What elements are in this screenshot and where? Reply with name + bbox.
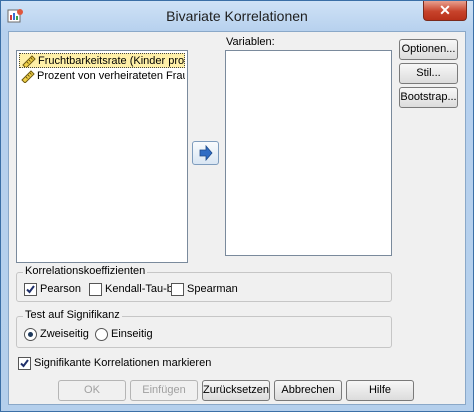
dialog-body: Fruchtbarkeitsrate (Kinder pro ... Proze… xyxy=(8,31,466,405)
arrow-right-icon xyxy=(199,144,213,162)
kendall-checkbox[interactable] xyxy=(89,283,102,296)
reset-button-label: Zurücksetzen xyxy=(203,384,270,396)
kendall-label[interactable]: Kendall-Tau-b xyxy=(105,283,173,295)
significance-group-title: Test auf Signifikanz xyxy=(23,309,122,321)
spearman-label[interactable]: Spearman xyxy=(187,283,238,295)
two-tailed-radio[interactable] xyxy=(24,328,37,341)
pearson-checkbox[interactable] xyxy=(24,283,37,296)
variables-target-list[interactable] xyxy=(225,50,392,256)
bootstrap-button[interactable]: Bootstrap... xyxy=(399,87,458,108)
cancel-button[interactable]: Abbrechen xyxy=(274,380,342,401)
list-item-label: Fruchtbarkeitsrate (Kinder pro ... xyxy=(38,55,185,67)
paste-button-label: Einfügen xyxy=(142,384,186,396)
help-button[interactable]: Hilfe xyxy=(346,380,414,401)
ok-button-label: OK xyxy=(84,384,100,396)
checkmark-icon xyxy=(20,359,29,368)
options-button-label: Optionen... xyxy=(401,43,456,55)
style-button[interactable]: Stil... xyxy=(399,63,458,84)
dialog-window: Bivariate Korrelationen ✕ Fruchtbarkeits… xyxy=(0,0,474,412)
list-item-label: Prozent von verheirateten Frau... xyxy=(37,70,185,82)
scale-ruler-icon xyxy=(21,70,35,84)
one-tailed-label[interactable]: Einseitig xyxy=(111,328,153,340)
list-item[interactable]: Fruchtbarkeitsrate (Kinder pro ... xyxy=(19,53,185,68)
correlation-coefficients-group: Korrelationskoeffizienten Pearson Kendal… xyxy=(16,265,392,302)
flag-significant-label[interactable]: Signifikante Korrelationen markieren xyxy=(34,357,211,369)
correlation-group-title: Korrelationskoeffizienten xyxy=(23,265,148,277)
help-button-label: Hilfe xyxy=(368,384,391,396)
move-right-button[interactable] xyxy=(192,141,219,165)
two-tailed-label[interactable]: Zweiseitig xyxy=(40,328,89,340)
one-tailed-radio[interactable] xyxy=(95,328,108,341)
ok-button[interactable]: OK xyxy=(58,380,126,401)
spearman-checkbox[interactable] xyxy=(171,283,184,296)
reset-button[interactable]: Zurücksetzen xyxy=(202,380,270,401)
options-button[interactable]: Optionen... xyxy=(399,39,458,60)
significance-test-group: Test auf Signifikanz Zweiseitig Einseiti… xyxy=(16,309,392,348)
list-item[interactable]: Prozent von verheirateten Frau... xyxy=(19,69,185,84)
checkmark-icon xyxy=(26,285,35,294)
source-variable-list[interactable]: Fruchtbarkeitsrate (Kinder pro ... Proze… xyxy=(16,50,188,263)
cancel-button-label: Abbrechen xyxy=(281,384,335,396)
flag-significant-checkbox[interactable] xyxy=(18,357,31,370)
scale-ruler-icon xyxy=(22,55,36,67)
close-button[interactable]: ✕ xyxy=(423,1,467,21)
bootstrap-button-label: Bootstrap... xyxy=(400,91,457,103)
style-button-label: Stil... xyxy=(416,67,441,79)
window-title: Bivariate Korrelationen xyxy=(166,8,308,24)
pearson-label[interactable]: Pearson xyxy=(40,283,81,295)
paste-button[interactable]: Einfügen xyxy=(130,380,198,401)
title-bar[interactable]: Bivariate Korrelationen ✕ xyxy=(1,1,473,31)
variables-label: Variablen: xyxy=(226,36,275,48)
